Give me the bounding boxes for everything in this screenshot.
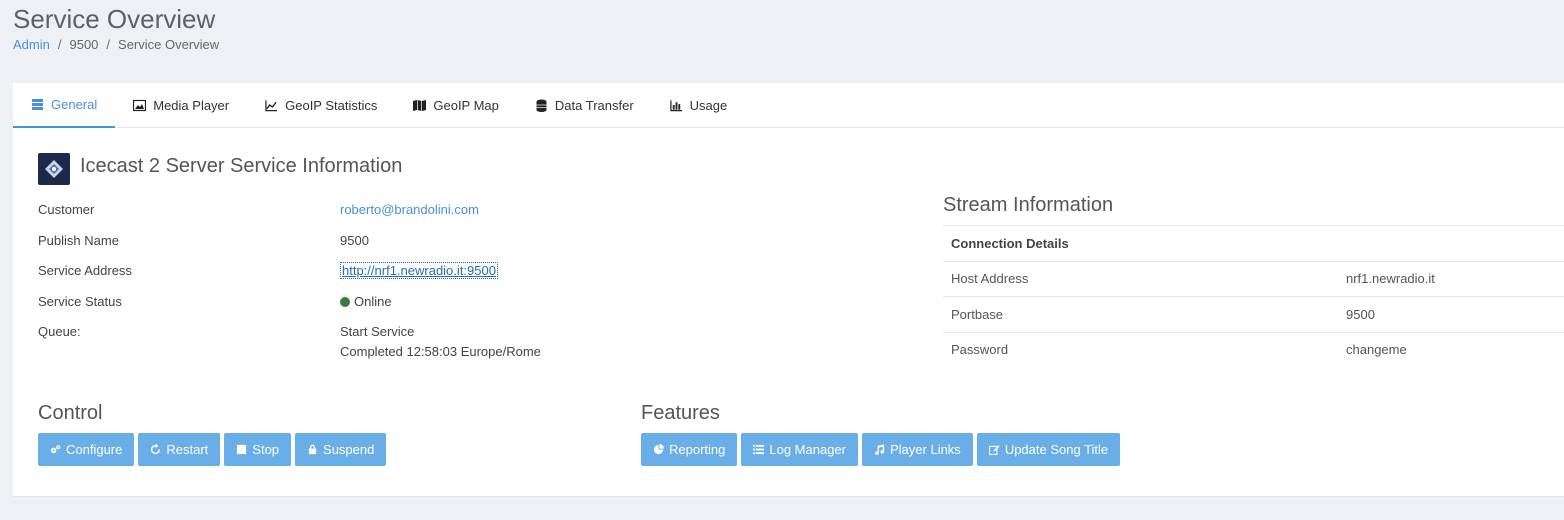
log-manager-button[interactable]: Log Manager (741, 433, 858, 466)
configure-button[interactable]: Configure (38, 433, 135, 466)
page-title: Service Overview (13, 4, 216, 34)
breadcrumb-admin[interactable]: Admin (13, 37, 50, 52)
player-links-label: Player Links (890, 442, 961, 457)
breadcrumb-separator: / (106, 37, 111, 52)
status-online-icon (340, 297, 350, 307)
connection-details-header: Connection Details (951, 235, 1069, 251)
service-info-title: Icecast 2 Server Service Information (80, 155, 403, 177)
lock-icon (308, 444, 317, 455)
suspend-button[interactable]: Suspend (295, 433, 387, 466)
icecast-logo (38, 153, 70, 185)
reporting-button[interactable]: Reporting (641, 433, 738, 466)
customer-label: Customer (38, 202, 95, 217)
tab-geoip-statistics[interactable]: GeoIP Statistics (247, 83, 395, 128)
stop-button[interactable]: Stop (224, 433, 292, 466)
publish-name-value: 9500 (340, 233, 369, 248)
publish-name-label: Publish Name (38, 233, 119, 248)
restart-button[interactable]: Restart (138, 433, 221, 466)
tab-data-transfer[interactable]: Data Transfer (517, 83, 652, 128)
edit-icon (988, 445, 1000, 455)
host-address-label: Host Address (951, 271, 1029, 287)
tab-label: GeoIP Statistics (285, 98, 378, 113)
service-address-link[interactable]: http://nrf1.newradio.it:9500 (340, 262, 498, 279)
password-value: changeme (1346, 342, 1407, 358)
features-title: Features (641, 402, 720, 424)
line-chart-icon (265, 100, 278, 112)
host-address-value: nrf1.newradio.it (1346, 271, 1435, 287)
service-panel: General Media Player GeoIP Statistics Ge… (13, 83, 1564, 497)
customer-email-link[interactable]: roberto@brandolini.com (340, 202, 479, 217)
tab-media-player[interactable]: Media Player (115, 83, 247, 128)
reporting-label: Reporting (669, 442, 726, 457)
map-icon (413, 100, 427, 111)
control-buttons: Configure Restart Stop Suspend (38, 433, 387, 466)
tab-label: General (51, 97, 98, 112)
portbase-value: 9500 (1346, 306, 1375, 322)
tab-label: GeoIP Map (433, 98, 499, 113)
breadcrumb-9500: 9500 (69, 37, 99, 52)
tab-bar: General Media Player GeoIP Statistics Ge… (13, 83, 1564, 128)
breadcrumb-separator: / (57, 37, 62, 52)
queue-action: Start Service (340, 324, 415, 339)
tab-geoip-map[interactable]: GeoIP Map (395, 83, 517, 128)
update-song-title-button[interactable]: Update Song Title (976, 433, 1121, 466)
stream-info-table: Connection Details Host Address nrf1.newr… (943, 225, 1564, 367)
service-address-label: Service Address (38, 263, 132, 278)
cogs-icon (50, 445, 61, 454)
player-links-button[interactable]: Player Links (862, 433, 973, 466)
tab-general[interactable]: General (13, 83, 116, 128)
service-status-label: Service Status (38, 294, 122, 309)
tab-label: Data Transfer (554, 98, 634, 113)
queue-completed: Completed 12:58:03 Europe/Rome (340, 344, 541, 359)
status-text: Online (354, 294, 392, 309)
pie-chart-icon (653, 444, 664, 455)
refresh-icon (151, 444, 161, 455)
stop-icon (237, 444, 247, 455)
table-row: Portbase 9500 (943, 296, 1564, 332)
portbase-label: Portbase (951, 306, 1004, 322)
password-label: Password (951, 342, 1009, 358)
queue-label: Queue: (38, 324, 81, 339)
music-icon (875, 444, 885, 455)
table-row: Password changeme (943, 331, 1564, 368)
stream-info-title: Stream Information (943, 194, 1114, 216)
suspend-label: Suspend (323, 442, 375, 457)
icecast-icon (45, 160, 63, 178)
table-header: Connection Details (943, 225, 1564, 261)
bar-chart-icon (669, 100, 682, 112)
control-title: Control (38, 402, 103, 424)
service-status-value: Online (340, 294, 392, 309)
table-row: Host Address nrf1.newradio.it (943, 260, 1564, 297)
breadcrumb-current: Service Overview (118, 37, 220, 52)
image-icon (133, 99, 147, 112)
update-song-title-label: Update Song Title (1004, 442, 1109, 457)
list-icon (753, 444, 765, 455)
stop-label: Stop (252, 442, 280, 457)
tab-label: Media Player (153, 98, 230, 113)
tab-usage[interactable]: Usage (652, 83, 746, 128)
restart-label: Restart (166, 442, 209, 457)
database-icon (536, 99, 547, 112)
server-icon (32, 99, 43, 110)
feature-buttons: Reporting Log Manager Player Links Updat… (641, 433, 1121, 466)
breadcrumb: Admin / 9500 / Service Overview (13, 37, 219, 52)
tab-label: Usage (689, 98, 728, 113)
log-manager-label: Log Manager (769, 442, 846, 457)
configure-label: Configure (66, 442, 123, 457)
